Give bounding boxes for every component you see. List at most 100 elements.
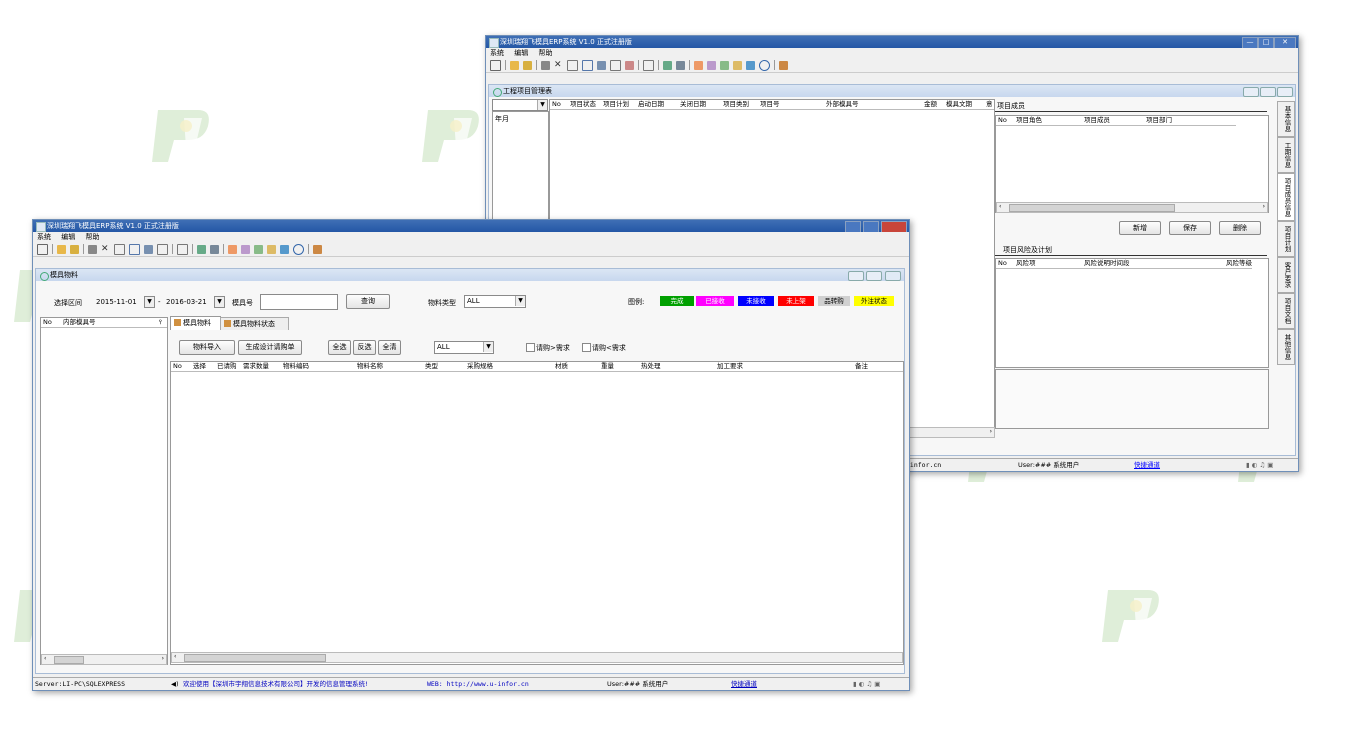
tab-mold-material[interactable]: 模具物料 — [170, 316, 221, 330]
member-save-button[interactable]: 保存 — [1169, 221, 1211, 235]
col-extra[interactable]: 意 — [986, 100, 993, 109]
copy-icon[interactable] — [567, 59, 578, 71]
back-status-quick[interactable]: 快捷通道 — [1134, 459, 1160, 471]
child-close-button[interactable] — [1277, 87, 1293, 97]
col-close[interactable]: 关闭日期 — [680, 100, 706, 109]
tab-basic-info[interactable]: 基本信息 — [1277, 101, 1295, 137]
print-icon[interactable] — [88, 244, 97, 254]
col-weight[interactable]: 重量 — [601, 362, 614, 371]
generate-request-button[interactable]: 生成设计请购单 — [238, 340, 302, 355]
notes-icon[interactable] — [610, 59, 621, 71]
menu-help[interactable]: 帮助 — [85, 233, 99, 241]
invert-selection-button[interactable]: 反选 — [353, 340, 376, 355]
table-icon[interactable] — [582, 59, 593, 71]
tree-col-mold-no[interactable]: 内部模具号 — [63, 318, 96, 327]
exit-icon[interactable] — [313, 244, 322, 254]
col-risk-desc[interactable]: 风险说明时间段 — [1084, 259, 1130, 268]
menu-edit[interactable]: 编辑 — [61, 233, 75, 241]
request-lt-demand-checkbox[interactable] — [582, 343, 591, 352]
report-icon[interactable] — [663, 60, 672, 70]
calculator-icon[interactable] — [280, 244, 289, 254]
copy-icon[interactable] — [114, 243, 125, 255]
col-no[interactable]: No — [173, 362, 182, 371]
date-from[interactable]: 2015-11-01 — [96, 298, 137, 306]
delete-icon[interactable]: ✕ — [554, 60, 563, 70]
year-month-combo[interactable]: ▼ — [492, 99, 548, 111]
menu-edit[interactable]: 编辑 — [514, 49, 528, 57]
col-risk-item[interactable]: 风险项 — [1016, 259, 1036, 268]
tools-icon[interactable] — [694, 60, 703, 70]
status-quick[interactable]: 快捷通道 — [731, 678, 757, 690]
exit-icon[interactable] — [779, 60, 788, 70]
date-to-dropdown[interactable]: ▼ — [214, 296, 225, 308]
notes-icon[interactable] — [157, 243, 168, 255]
database-icon[interactable] — [144, 244, 153, 254]
new-icon[interactable] — [490, 59, 501, 71]
col-risk-level[interactable]: 风险等级 — [1226, 259, 1252, 268]
settings-icon[interactable] — [625, 60, 634, 70]
open-folder-icon[interactable] — [57, 244, 66, 254]
report-icon[interactable] — [197, 244, 206, 254]
project-grid-hscroll[interactable]: › — [909, 427, 995, 438]
col-status[interactable]: 项目状态 — [570, 100, 596, 109]
col-plan[interactable]: 项目计划 — [603, 100, 629, 109]
query-button[interactable]: 查询 — [346, 294, 390, 309]
save-icon[interactable] — [70, 244, 79, 254]
help-icon[interactable] — [293, 243, 304, 255]
col-start[interactable]: 启动日期 — [638, 100, 664, 109]
minimize-button[interactable]: — — [1242, 37, 1258, 48]
delete-icon[interactable]: ✕ — [101, 244, 110, 254]
maximize-button[interactable]: □ — [1258, 37, 1274, 48]
tab-other-info[interactable]: 其他信息 — [1277, 329, 1295, 365]
save-icon[interactable] — [523, 60, 532, 70]
col-type[interactable]: 类型 — [425, 362, 438, 371]
edit-icon[interactable] — [720, 60, 729, 70]
col-heat-treatment[interactable]: 热处理 — [641, 362, 661, 371]
col-project-no[interactable]: 项目号 — [760, 100, 780, 109]
close-button[interactable] — [881, 221, 907, 232]
front-title-bar[interactable]: 深圳瑞翔飞模具ERP系统 V1.0 正式注册版 — [33, 220, 909, 232]
col-department[interactable]: 项目部门 — [1146, 116, 1172, 125]
menu-system[interactable]: 系统 — [37, 233, 51, 241]
tab-member-info[interactable]: 项目成员信息 — [1277, 173, 1295, 221]
new-icon[interactable] — [37, 243, 48, 255]
table-icon[interactable] — [129, 243, 140, 255]
col-processing-req[interactable]: 加工要求 — [717, 362, 743, 371]
database-icon[interactable] — [597, 60, 606, 70]
close-button[interactable]: ✕ — [1274, 37, 1296, 48]
col-material-code[interactable]: 物料编码 — [283, 362, 309, 371]
tag-icon[interactable] — [267, 244, 276, 254]
tools-icon[interactable] — [228, 244, 237, 254]
col-member[interactable]: 项目成员 — [1084, 116, 1110, 125]
minimize-button[interactable] — [845, 221, 861, 232]
maximize-button[interactable] — [863, 221, 879, 232]
request-gt-demand-checkbox[interactable] — [526, 343, 535, 352]
open-folder-icon[interactable] — [510, 60, 519, 70]
col-no[interactable]: No — [998, 259, 1007, 268]
menu-help[interactable]: 帮助 — [538, 49, 552, 57]
help-icon[interactable] — [759, 59, 770, 71]
col-material-name[interactable]: 物料名称 — [357, 362, 383, 371]
select-all-button[interactable]: 全选 — [328, 340, 351, 355]
chart-icon[interactable] — [241, 244, 250, 254]
back-title-bar[interactable]: 深圳瑞翔飞模具ERP系统 V1.0 正式注册版 — □ ✕ — [486, 36, 1298, 48]
calculator-icon[interactable] — [746, 60, 755, 70]
date-to[interactable]: 2016-03-21 — [166, 298, 207, 306]
col-mold-period[interactable]: 模具文期 — [946, 100, 972, 109]
child-close-button[interactable] — [885, 271, 901, 281]
child-minimize-button[interactable] — [848, 271, 864, 281]
menu-system[interactable]: 系统 — [490, 49, 504, 57]
col-demand-qty[interactable]: 需求数量 — [243, 362, 269, 371]
members-hscroll[interactable]: ‹ › — [996, 202, 1268, 213]
mold-tree-hscroll[interactable]: ‹ › — [41, 654, 167, 665]
material-type-select[interactable]: ALL ▼ — [464, 295, 526, 308]
edit-icon[interactable] — [254, 244, 263, 254]
col-material[interactable]: 材质 — [555, 362, 568, 371]
col-category[interactable]: 项目类别 — [723, 100, 749, 109]
pin-icon[interactable]: ⫯ — [159, 318, 162, 327]
preview-icon[interactable] — [643, 59, 654, 71]
tab-customer-req[interactable]: 客户要求 — [1277, 257, 1295, 293]
col-select[interactable]: 选择 — [193, 362, 206, 371]
col-remarks[interactable]: 备注 — [855, 362, 868, 371]
mold-no-input[interactable] — [260, 294, 338, 310]
